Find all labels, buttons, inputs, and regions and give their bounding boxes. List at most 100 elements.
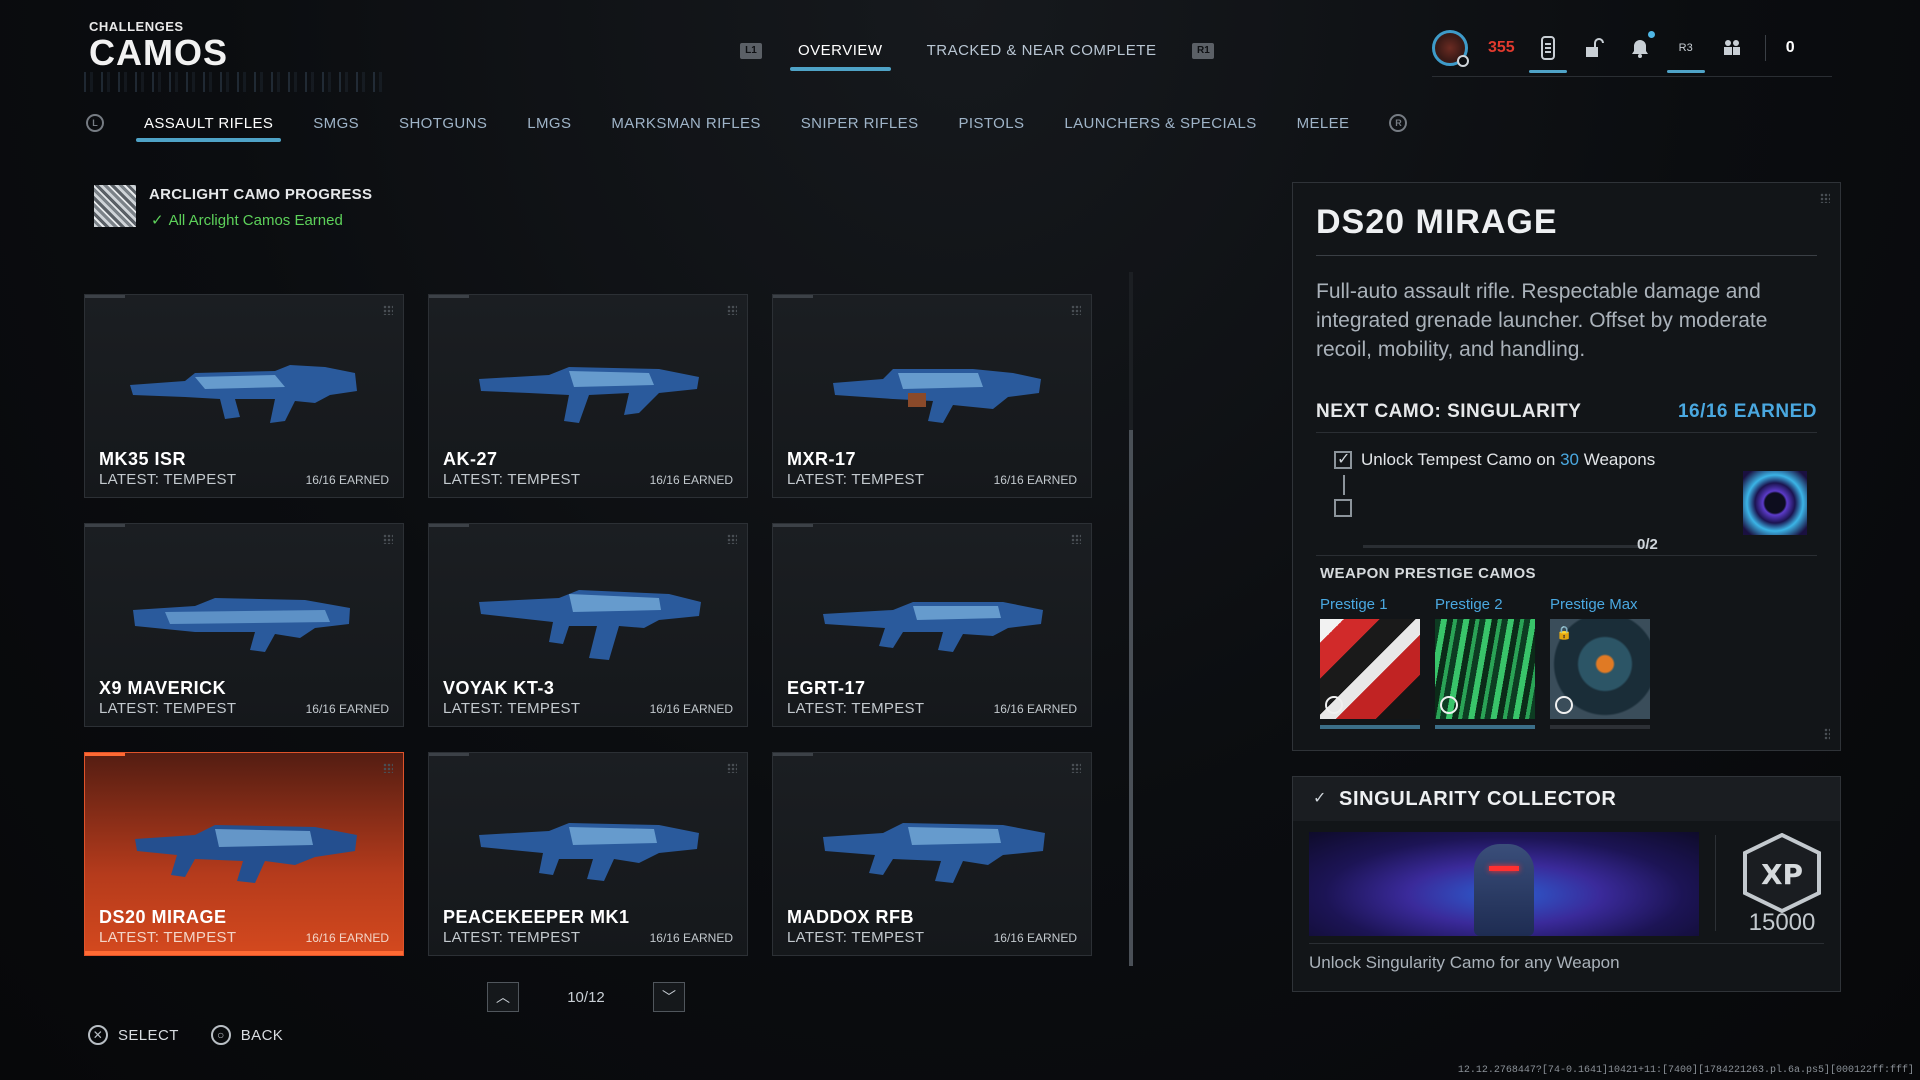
weapon-image (133, 598, 350, 652)
tab-overview[interactable]: OVERVIEW (790, 38, 891, 71)
next-camo-earned: 16/16 EARNED (1677, 401, 1817, 422)
select-button[interactable]: ✕ SELECT (88, 1025, 179, 1045)
weapon-name: VOYAK KT-3 (443, 678, 555, 698)
unlock-icon[interactable] (1581, 33, 1607, 63)
prestige-camo-image: 🔒 (1550, 619, 1650, 719)
operator-figure (1474, 844, 1534, 936)
prestige-emblem-icon (1440, 696, 1458, 714)
collector-description: Unlock Singularity Camo for any Weapon (1309, 953, 1620, 972)
party-icon[interactable] (1719, 33, 1745, 63)
chevron-down-icon: ﹀ (662, 989, 676, 1005)
weapon-latest-camo: LATEST: TEMPEST (99, 700, 237, 717)
weapon-name: MADDOX RFB (787, 907, 914, 927)
tab-melee[interactable]: MELEE (1297, 115, 1350, 132)
weapon-name: PEACEKEEPER MK1 (443, 907, 630, 927)
cross-button-icon: ✕ (88, 1025, 108, 1045)
card-corner-icon (383, 534, 393, 544)
prestige-bar (1435, 725, 1535, 729)
requirement-checkbox-checked (1334, 449, 1352, 469)
requirement-connector (1343, 475, 1345, 495)
weapon-image (479, 590, 701, 660)
prestige-label: Prestige 1 (1320, 596, 1388, 613)
tab-shotguns[interactable]: SHOTGUNS (399, 115, 487, 132)
page-up-button[interactable]: ︿ (487, 982, 519, 1012)
requirement-text: Unlock Tempest Camo on 30 Weapons (1361, 450, 1655, 470)
prestige-max[interactable]: Prestige Max 🔒 (1550, 596, 1650, 729)
tab-lmgs[interactable]: LMGS (527, 115, 571, 132)
detail-divider (1316, 255, 1817, 256)
weapon-card[interactable]: PEACEKEEPER MK1 LATEST: TEMPEST 16/16 EARN… (428, 752, 748, 956)
prestige-1[interactable]: Prestige 1 (1320, 596, 1420, 729)
weapon-name: MK35 ISR (99, 449, 187, 469)
weapon-card-selected[interactable]: DS20 MIRAGE LATEST: TEMPEST 16/16 EARNED (84, 752, 404, 956)
weapon-card[interactable]: MADDOX RFB LATEST: TEMPEST 16/16 EARNED (772, 752, 1092, 956)
scroll-thumb[interactable] (1129, 430, 1133, 966)
prestige-bar (1320, 725, 1420, 729)
page-down-button[interactable]: ﹀ (653, 982, 685, 1012)
notification-bell-icon[interactable] (1627, 31, 1655, 63)
tab-sniper-rifles[interactable]: SNIPER RIFLES (801, 115, 919, 132)
requirement-checkbox-empty (1334, 499, 1352, 517)
next-camo-label: NEXT CAMO: SINGULARITY (1316, 401, 1582, 422)
weapon-earned: 16/16 EARNED (993, 473, 1077, 487)
footer-controls: ✕ SELECT ○ BACK (88, 1025, 283, 1045)
collector-banner-image (1309, 832, 1699, 936)
weapon-earned: 16/16 EARNED (305, 702, 389, 716)
weapon-earned: 16/16 EARNED (305, 473, 389, 487)
weapon-name: AK-27 (443, 449, 498, 469)
detail-divider (1316, 555, 1817, 556)
tab-marksman-rifles[interactable]: MARKSMAN RIFLES (611, 115, 760, 132)
weapon-card[interactable]: EGRT-17 LATEST: TEMPEST 16/16 EARNED (772, 523, 1092, 727)
panel-scroll-icon (1824, 728, 1830, 740)
arclight-status: ✓ All Arclight Camos Earned (151, 211, 343, 229)
collector-title: SINGULARITY COLLECTOR (1339, 788, 1617, 810)
weapon-card[interactable]: AK-27 LATEST: TEMPEST 16/16 EARNED (428, 294, 748, 498)
category-prev-icon[interactable]: L (86, 114, 104, 132)
prestige-2[interactable]: Prestige 2 (1435, 596, 1535, 729)
weapon-latest-camo: LATEST: TEMPEST (99, 471, 237, 488)
weapon-earned: 16/16 EARNED (305, 931, 389, 945)
weapon-card[interactable]: VOYAK KT-3 LATEST: TEMPEST 16/16 EARNED (428, 523, 748, 727)
back-button[interactable]: ○ BACK (210, 1025, 283, 1045)
weapon-earned: 16/16 EARNED (993, 931, 1077, 945)
weapon-earned: 16/16 EARNED (649, 931, 733, 945)
lock-icon: 🔒 (1556, 625, 1573, 640)
weapon-latest-camo: LATEST: TEMPEST (443, 471, 581, 488)
weapon-card[interactable]: X9 MAVERICK LATEST: TEMPEST 16/16 EARNED (84, 523, 404, 727)
weapon-latest-camo: LATEST: TEMPEST (99, 929, 237, 946)
detail-description: Full-auto assault rifle. Respectable dam… (1316, 280, 1768, 361)
prestige-camo-image (1320, 619, 1420, 719)
card-corner-icon (383, 305, 393, 315)
weapon-latest-camo: LATEST: TEMPEST (443, 929, 581, 946)
prestige-label: Prestige 2 (1435, 596, 1503, 613)
r1-button-icon[interactable]: R1 (1192, 42, 1215, 59)
page-title: CAMOS (89, 32, 228, 73)
tab-launchers-specials[interactable]: LAUNCHERS & SPECIALS (1064, 115, 1256, 132)
arclight-camo-thumbnail (94, 185, 136, 227)
card-corner-icon (727, 534, 737, 544)
tab-pistols[interactable]: PISTOLS (958, 115, 1024, 132)
weapon-card[interactable]: MXR-17 LATEST: TEMPEST 16/16 EARNED (772, 294, 1092, 498)
weapon-image (479, 823, 699, 881)
prestige-emblem-icon (1555, 696, 1573, 714)
xp-reward: 15000 (1748, 909, 1816, 936)
rank-badge[interactable] (1432, 30, 1469, 67)
weapon-image (823, 823, 1045, 883)
tab-smgs[interactable]: SMGS (313, 115, 359, 132)
weapon-image (479, 367, 699, 423)
build-info: 12.12.2768447?[74-0.1641]10421+11:[7400]… (1457, 1065, 1914, 1076)
arclight-status-text: All Arclight Camos Earned (168, 212, 343, 229)
l1-button-icon[interactable]: L1 (740, 42, 762, 59)
tab-tracked[interactable]: TRACKED & NEAR COMPLETE (919, 38, 1165, 63)
prestige-emblem-icon (1325, 696, 1343, 714)
tab-assault-rifles[interactable]: ASSAULT RIFLES (135, 115, 282, 142)
grid-scrollbar[interactable] (1129, 272, 1133, 966)
r3-menu-icon[interactable]: R3 (1666, 33, 1705, 73)
weapon-image (823, 602, 1043, 652)
category-next-icon[interactable]: R (1389, 114, 1408, 132)
currency-icon[interactable] (1528, 33, 1567, 73)
xp-icon: XP (1743, 833, 1821, 913)
check-icon: ✓ (1313, 790, 1327, 807)
weapon-card[interactable]: MK35 ISR LATEST: TEMPEST 16/16 EARNED (84, 294, 404, 498)
weapon-image (833, 369, 1041, 423)
